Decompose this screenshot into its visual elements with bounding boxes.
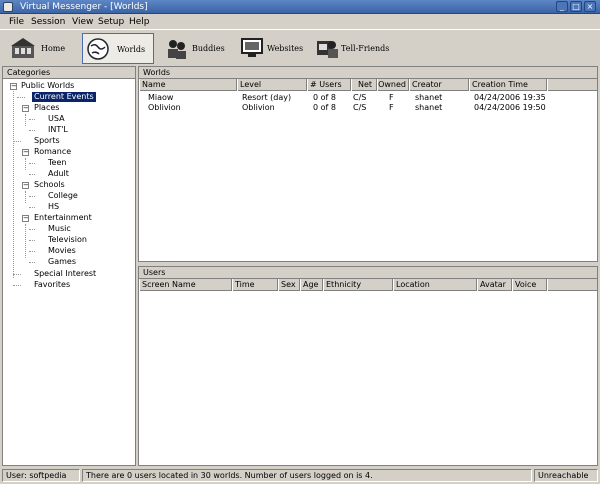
collapse-toggle-schools[interactable]: −	[22, 182, 29, 189]
collapse-toggle-places[interactable]: −	[22, 105, 29, 112]
tree-usa[interactable]: USA	[48, 114, 65, 124]
status-message: There are 0 users located in 30 worlds. …	[82, 469, 532, 482]
world-owned: F	[389, 103, 394, 112]
buddies-icon	[168, 40, 186, 59]
tree-current-events[interactable]: Current Events	[32, 92, 96, 102]
col-level[interactable]: Level	[237, 79, 307, 91]
tree-teen[interactable]: Teen	[48, 158, 66, 168]
minimize-button[interactable]: _	[556, 1, 568, 12]
col-creator[interactable]: Creator	[409, 79, 469, 91]
tree-movies[interactable]: Movies	[48, 246, 76, 256]
col-location[interactable]: Location	[393, 279, 477, 291]
tree-music[interactable]: Music	[48, 224, 71, 234]
world-name: Miaow	[148, 93, 174, 102]
world-level: Resort (day)	[242, 93, 292, 102]
maximize-button[interactable]: □	[570, 1, 582, 12]
menu-session[interactable]: Session	[31, 17, 65, 28]
menu-bar: File Session View Setup Help	[0, 15, 600, 30]
col-creation-time[interactable]: Creation Time	[469, 79, 547, 91]
tell-friends-label: Tell-Friends	[341, 44, 390, 53]
col-time[interactable]: Time	[232, 279, 278, 291]
menu-setup[interactable]: Setup	[98, 17, 124, 28]
tree-schools[interactable]: Schools	[34, 180, 65, 190]
collapse-toggle-romance[interactable]: −	[22, 149, 29, 156]
world-users: 0 of 8	[313, 93, 336, 102]
tree-games[interactable]: Games	[48, 257, 76, 267]
home-button[interactable]: Home	[8, 33, 74, 64]
worlds-panel: Worlds Name Level # Users Net Owned Crea…	[138, 66, 598, 262]
tree-places[interactable]: Places	[34, 103, 59, 113]
worlds-column-headers: Name Level # Users Net Owned Creator Cre…	[139, 79, 597, 91]
app-icon	[3, 2, 13, 12]
world-owned: F	[389, 93, 394, 102]
col-name[interactable]: Name	[139, 79, 237, 91]
menu-view[interactable]: View	[72, 17, 93, 28]
table-row[interactable]: Miaow Resort (day) 0 of 8 C/S F shanet 0…	[139, 93, 597, 103]
col-screen-name[interactable]: Screen Name	[139, 279, 232, 291]
users-column-headers: Screen Name Time Sex Age Ethnicity Locat…	[139, 279, 597, 291]
window-title: Virtual Messenger - [Worlds]	[20, 2, 148, 12]
title-bar: Virtual Messenger - [Worlds] _ □ ×	[0, 0, 600, 14]
tree-intl[interactable]: INT'L	[48, 125, 68, 135]
users-panel: Users Screen Name Time Sex Age Ethnicity…	[138, 266, 598, 466]
world-creator: shanet	[415, 93, 443, 102]
collapse-toggle-public-worlds[interactable]: −	[10, 83, 17, 90]
status-user: User: softpedia	[2, 469, 80, 482]
tree-favorites[interactable]: Favorites	[34, 280, 70, 290]
status-bar: User: softpedia There are 0 users locate…	[0, 468, 600, 482]
col-ethnicity[interactable]: Ethnicity	[323, 279, 393, 291]
world-net: C/S	[353, 93, 367, 102]
tell-friends-icon	[317, 41, 338, 58]
worlds-button[interactable]: Worlds	[82, 33, 154, 64]
world-creator: shanet	[415, 103, 443, 112]
col-owned[interactable]: Owned	[377, 79, 409, 91]
buddies-button[interactable]: Buddies	[162, 33, 230, 64]
world-users: 0 of 8	[313, 103, 336, 112]
worlds-header: Worlds	[139, 67, 597, 79]
tree-public-worlds[interactable]: Public Worlds	[21, 81, 74, 91]
buddies-label: Buddies	[192, 44, 225, 53]
col-spacer	[547, 279, 597, 291]
tree-entertainment[interactable]: Entertainment	[34, 213, 92, 223]
menu-file[interactable]: File	[9, 17, 24, 28]
categories-header: Categories	[3, 67, 135, 79]
websites-label: Websites	[267, 44, 304, 53]
tree-television[interactable]: Television	[48, 235, 87, 245]
table-row[interactable]: Oblivion Oblivion 0 of 8 C/S F shanet 04…	[139, 103, 597, 113]
globe-icon	[87, 38, 109, 60]
world-net: C/S	[353, 103, 367, 112]
websites-icon	[241, 38, 263, 57]
col-avatar[interactable]: Avatar	[477, 279, 512, 291]
close-button[interactable]: ×	[584, 1, 596, 12]
col-sex[interactable]: Sex	[278, 279, 300, 291]
tell-friends-button[interactable]: Tell-Friends	[313, 33, 393, 64]
home-icon	[11, 38, 35, 58]
home-label: Home	[41, 44, 66, 53]
world-creation-time: 04/24/2006 19:35	[474, 93, 546, 102]
collapse-toggle-entertainment[interactable]: −	[22, 215, 29, 222]
col-spacer	[547, 79, 597, 91]
menu-help[interactable]: Help	[129, 17, 150, 28]
users-header: Users	[139, 267, 597, 279]
col-age[interactable]: Age	[300, 279, 323, 291]
categories-panel: Categories − Public Worlds Current Event…	[2, 66, 136, 466]
tree-hs[interactable]: HS	[48, 202, 59, 212]
worlds-label: Worlds	[117, 45, 146, 54]
tree-college[interactable]: College	[48, 191, 78, 201]
category-tree: − Public Worlds Current Events − Places …	[3, 79, 135, 465]
col-users[interactable]: # Users	[307, 79, 351, 91]
toolbar: Home Worlds Buddies Websites Tell-Friend…	[0, 31, 600, 65]
col-net[interactable]: Net	[351, 79, 377, 91]
status-connection: Unreachable	[534, 469, 598, 482]
world-creation-time: 04/24/2006 19:50	[474, 103, 546, 112]
websites-button[interactable]: Websites	[237, 33, 309, 64]
world-level: Oblivion	[242, 103, 275, 112]
tree-adult[interactable]: Adult	[48, 169, 69, 179]
tree-special-interest[interactable]: Special Interest	[34, 269, 96, 279]
tree-sports[interactable]: Sports	[34, 136, 60, 146]
tree-romance[interactable]: Romance	[34, 147, 71, 157]
col-voice[interactable]: Voice	[512, 279, 547, 291]
world-name: Oblivion	[148, 103, 181, 112]
